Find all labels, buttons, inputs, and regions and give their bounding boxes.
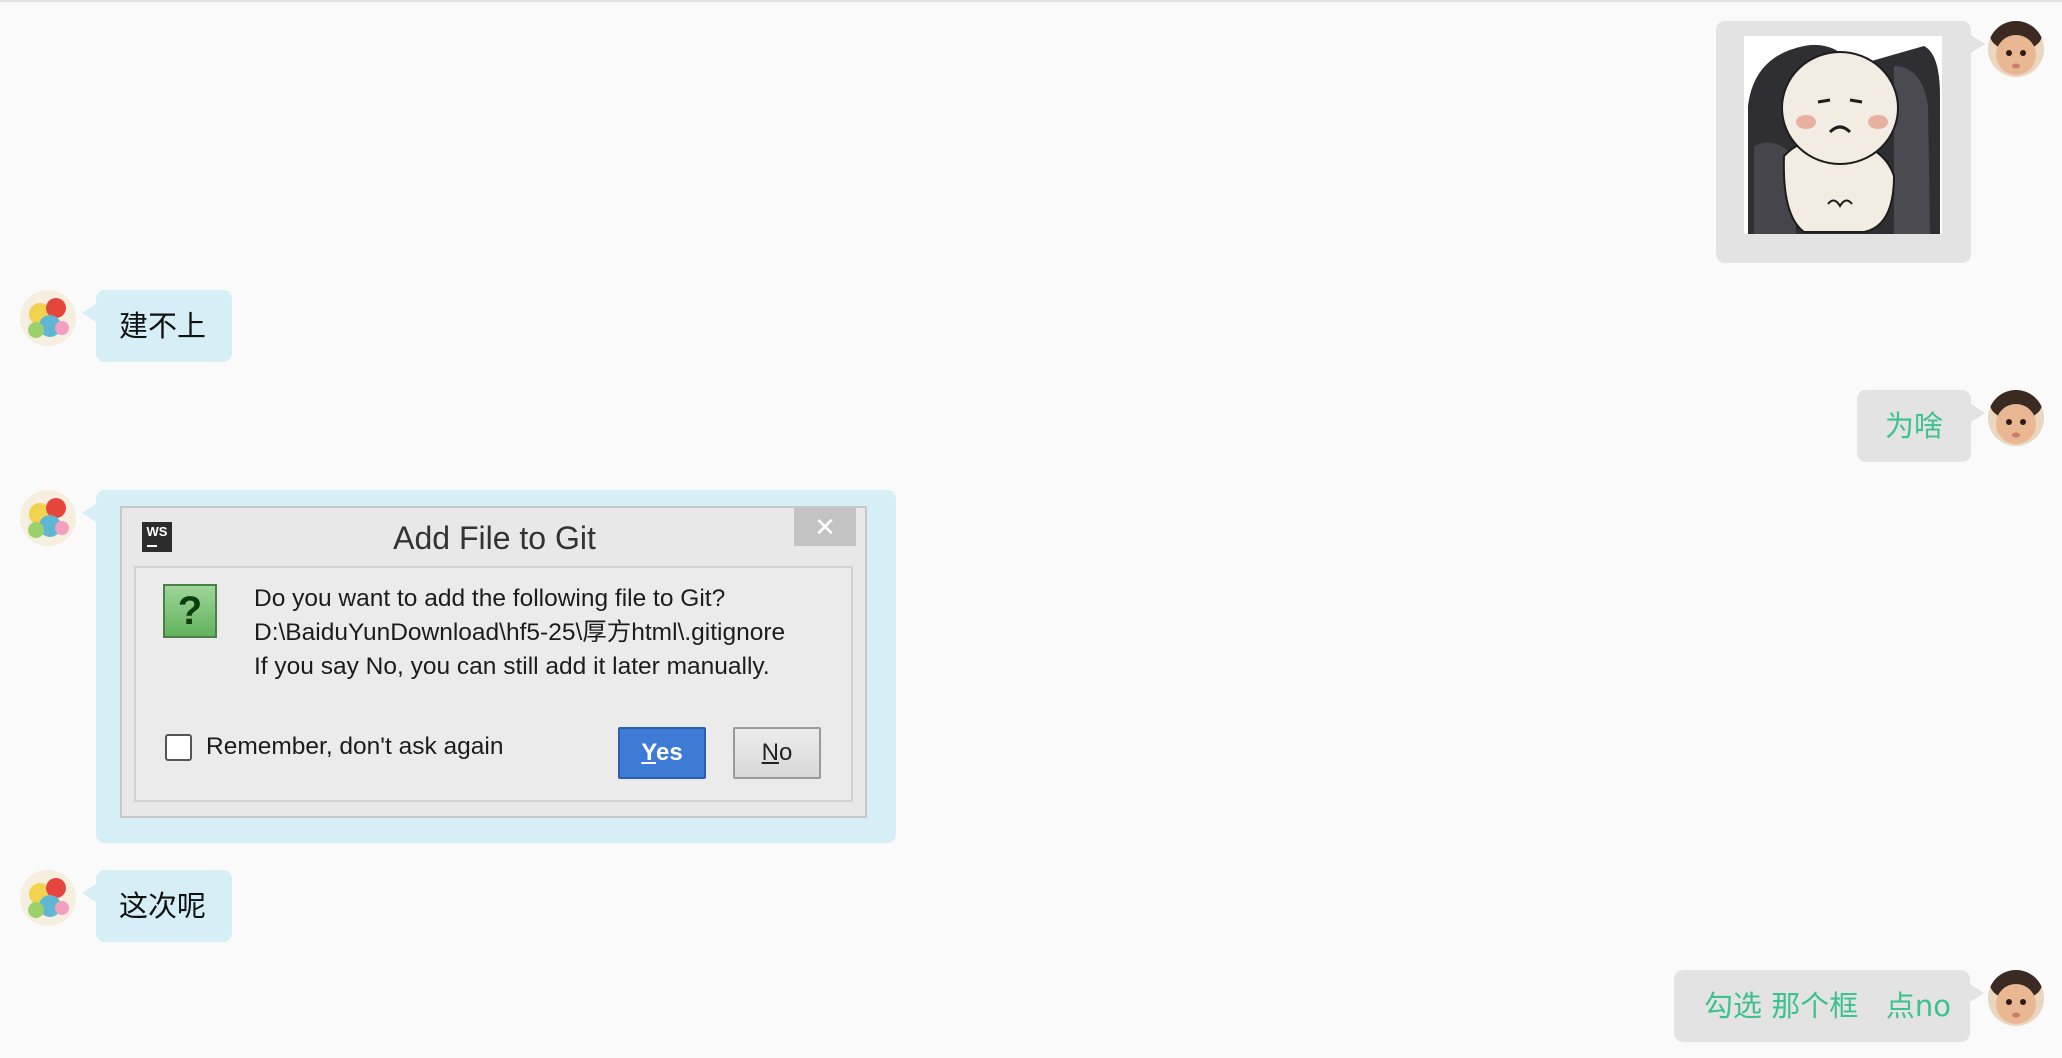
message-text: 为啥 (1885, 409, 1944, 443)
text-bubble[interactable]: 为啥 (1857, 390, 1985, 462)
close-icon: ✕ (794, 508, 856, 546)
baby-photo-avatar[interactable] (1988, 21, 2044, 77)
dialog-content-panel: ? Do you want to add the following file … (134, 566, 853, 802)
dialog-title: Add File to Git (393, 520, 596, 556)
no-button: No (733, 727, 821, 779)
sticker-bubble[interactable] (1716, 21, 1985, 263)
text-bubble[interactable]: 勾选 那个框 点no (1674, 970, 1984, 1042)
balloons-avatar[interactable] (20, 490, 76, 546)
image-bubble[interactable]: WS Add File to Git ✕ ? Do you want to ad… (82, 490, 896, 843)
baby-photo-avatar[interactable] (1988, 390, 2044, 446)
top-divider (0, 0, 2062, 2)
dialog-file-path: D:\BaiduYunDownload\hf5-25\厚方html\.gitig… (254, 619, 786, 646)
text-bubble[interactable]: 建不上 (82, 290, 232, 362)
balloons-avatar[interactable] (20, 870, 76, 926)
remember-checkbox (165, 734, 192, 761)
message-text: 建不上 (119, 309, 207, 343)
no-label-rest: o (778, 739, 793, 766)
remember-checkbox-label: Remember, don't ask again (206, 733, 504, 760)
dialog-message-line: If you say No, you can still add it late… (254, 653, 770, 680)
question-icon: ? (163, 584, 217, 638)
yes-button: Yes (618, 727, 706, 779)
baby-photo-avatar[interactable] (1988, 970, 2044, 1026)
balloons-avatar[interactable] (20, 290, 76, 346)
yes-mnemonic: Y (641, 739, 656, 766)
dialog-message-line: Do you want to add the following file to… (254, 585, 726, 612)
yes-label-rest: es (655, 739, 683, 766)
no-mnemonic: N (761, 739, 779, 766)
add-file-to-git-dialog-screenshot: WS Add File to Git ✕ ? Do you want to ad… (120, 506, 867, 818)
message-text: 这次呢 (119, 889, 207, 923)
text-bubble[interactable]: 这次呢 (82, 870, 232, 942)
grumpy-sticker-image (1744, 36, 1942, 234)
message-text: 勾选 那个框 点no (1704, 989, 1951, 1023)
